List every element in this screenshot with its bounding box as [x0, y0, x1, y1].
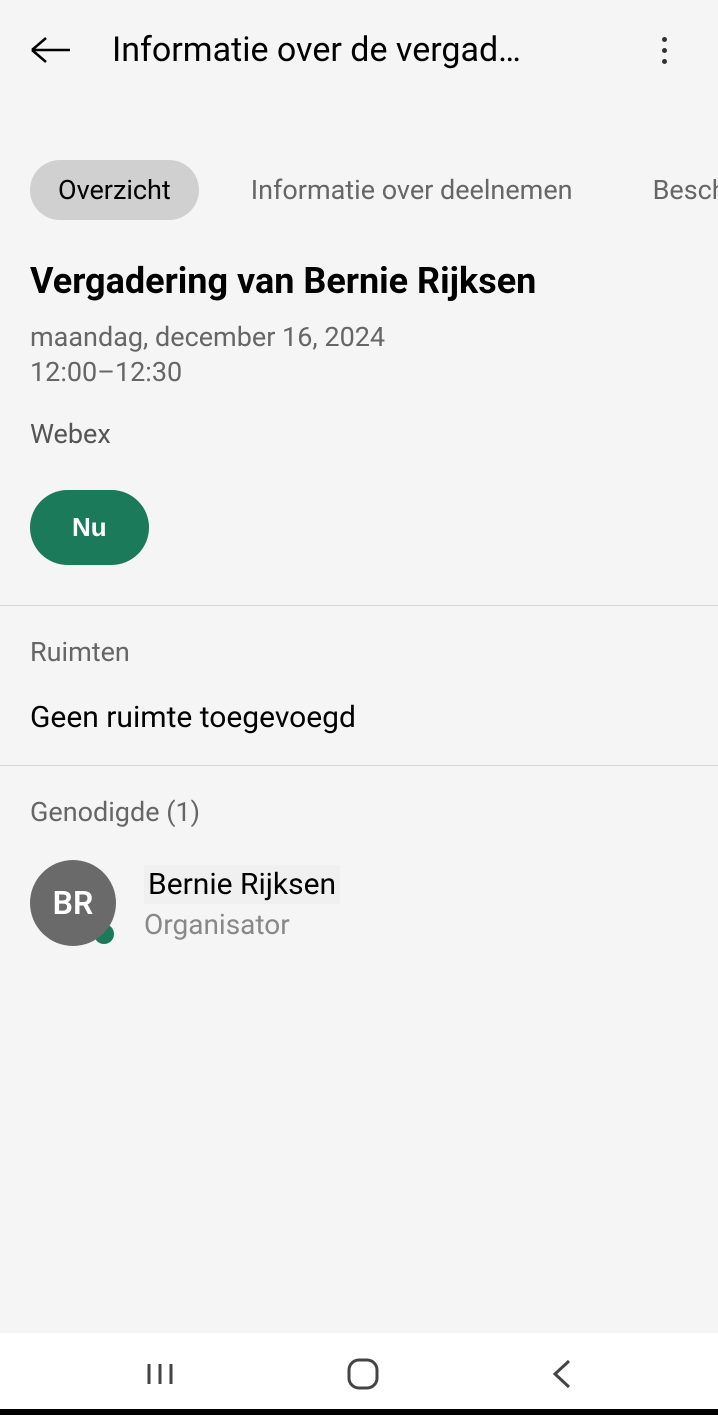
- meeting-date: maandag, december 16, 2024: [30, 320, 688, 355]
- meeting-time: 12:00–12:30: [30, 355, 688, 390]
- rooms-section: Ruimten Geen ruimte toegevoegd: [0, 605, 718, 765]
- tab-description[interactable]: Beschrijvi: [625, 160, 718, 220]
- status-indicator-icon: [94, 924, 114, 944]
- back-icon[interactable]: [30, 29, 72, 71]
- meeting-location: Webex: [30, 418, 688, 450]
- app-header: Informatie over de vergad…: [0, 0, 718, 100]
- bottom-border: [0, 1409, 718, 1415]
- more-options-icon[interactable]: [652, 29, 676, 71]
- invitee-item[interactable]: BR Bernie Rijksen Organisator: [30, 860, 688, 946]
- avatar-initials: BR: [53, 884, 94, 922]
- back-nav-icon[interactable]: [551, 1357, 573, 1391]
- invitee-role: Organisator: [144, 908, 340, 941]
- invitee-name: Bernie Rijksen: [144, 865, 340, 904]
- tab-join-info[interactable]: Informatie over deelnemen: [223, 160, 601, 220]
- invitee-info: Bernie Rijksen Organisator: [144, 865, 340, 941]
- rooms-label: Ruimten: [30, 636, 688, 668]
- home-icon[interactable]: [346, 1357, 380, 1391]
- rooms-value: Geen ruimte toegevoegd: [30, 700, 688, 735]
- tab-overview[interactable]: Overzicht: [30, 160, 199, 220]
- recents-icon[interactable]: [145, 1360, 175, 1388]
- system-nav-bar: [0, 1333, 718, 1415]
- page-title: Informatie over de vergad…: [112, 30, 652, 70]
- invitees-label: Genodigde (1): [30, 796, 688, 828]
- join-now-button[interactable]: Nu: [30, 490, 149, 565]
- avatar: BR: [30, 860, 116, 946]
- meeting-title: Vergadering van Bernie Rijksen: [30, 260, 688, 302]
- tabs-container: Overzicht Informatie over deelnemen Besc…: [0, 140, 718, 240]
- meeting-info-section: Vergadering van Bernie Rijksen maandag, …: [0, 240, 718, 605]
- invitees-section: Genodigde (1) BR Bernie Rijksen Organisa…: [0, 765, 718, 976]
